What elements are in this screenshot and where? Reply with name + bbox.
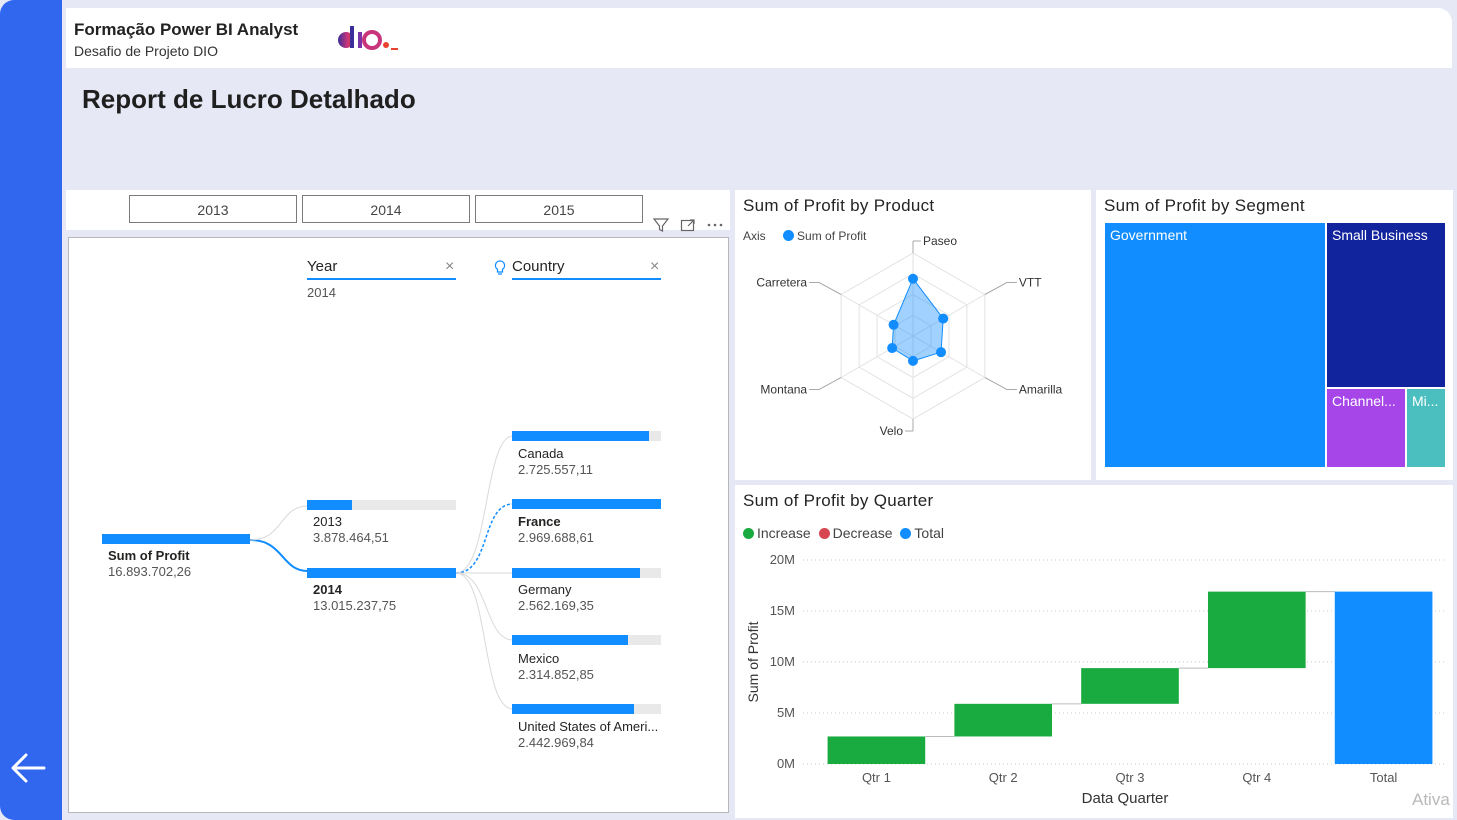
radar-point-vtt <box>938 313 949 324</box>
visual-toolbar <box>650 216 730 234</box>
slicer-year-2015[interactable]: 2015 <box>475 195 643 223</box>
brand-subtitle: Desafio de Projeto DIO <box>74 43 218 59</box>
waterfall-chart: 0M 5M 10M 15M 20M Qtr 1 Qtr 2 Qtr 3 Qtr 4 Total Da… <box>745 552 1447 807</box>
node-value-united-states: 2.442.969,84 <box>518 735 594 750</box>
level-underline-year <box>307 278 456 280</box>
treemap-midmarket[interactable]: Mi... <box>1406 388 1446 468</box>
radar-axis-label-vtt: VTT <box>1019 276 1042 290</box>
x-tick-label: Qtr 2 <box>989 770 1018 785</box>
treemap-channel[interactable]: Channel... <box>1326 388 1406 468</box>
node-bar-2013[interactable] <box>307 500 456 510</box>
node-value-2014: 13.015.237,75 <box>313 598 397 613</box>
radar-point-paseo <box>908 273 918 284</box>
level-underline-country <box>512 278 661 280</box>
dio-logo <box>336 24 406 58</box>
radar-axis-label-velo: Velo <box>880 424 904 438</box>
segment-visual: Sum of Profit by Segment Government Smal… <box>1096 190 1453 480</box>
radar-leader <box>809 282 842 295</box>
node-value-germany: 2.562.169,35 <box>518 598 594 613</box>
node-bar-united-states[interactable] <box>512 704 661 714</box>
y-tick-label: 10M <box>770 654 795 669</box>
filter-icon[interactable] <box>652 216 670 234</box>
x-axis-label: Data Quarter <box>1082 790 1169 807</box>
level-header-year: Year <box>307 258 338 275</box>
node-value-canada: 2.725.557,11 <box>518 462 593 477</box>
node-label-germany: Germany <box>518 582 572 597</box>
page-title: Report de Lucro Detalhado <box>82 84 416 114</box>
back-arrow-icon[interactable] <box>8 748 48 788</box>
quarter-visual: Sum of Profit by Quarter Increase Decrea… <box>735 485 1453 818</box>
radar-point-velo <box>908 355 918 366</box>
waterfall-bar-qtr-3 <box>1081 668 1179 704</box>
node-bar-france[interactable] <box>512 499 661 509</box>
decomposition-tree: Year × 2014 Country × Sum of Profit 16.8… <box>68 237 729 813</box>
year-slicer: 2013 2014 2015 <box>66 190 730 230</box>
radar-point-amarilla <box>936 347 947 358</box>
y-tick-label: 20M <box>770 552 795 567</box>
slicer-year-2014[interactable]: 2014 <box>302 195 470 223</box>
node-value-2013: 3.878.464,51 <box>313 530 389 545</box>
radar-point-montana <box>887 343 898 354</box>
level-filter-year: 2014 <box>307 285 336 300</box>
root-label: Sum of Profit <box>108 548 190 563</box>
lightbulb-icon <box>494 260 506 281</box>
node-bar-2014[interactable] <box>307 568 456 578</box>
radar-axis-label-paseo: Paseo <box>923 234 957 248</box>
waterfall-bar-qtr-4 <box>1207 591 1306 669</box>
node-bar-canada[interactable] <box>512 431 661 441</box>
x-tick-label: Qtr 1 <box>862 770 891 785</box>
treemap-small-business[interactable]: Small Business <box>1326 222 1446 388</box>
node-label-united-states: United States of Ameri... <box>518 719 659 734</box>
node-value-mexico: 2.314.852,85 <box>518 667 594 682</box>
remove-level-year-icon[interactable]: × <box>445 258 454 276</box>
root-value: 16.893.702,26 <box>108 564 192 579</box>
x-tick-label: Qtr 3 <box>1116 770 1145 785</box>
radar-visual: Sum of Profit by Product Axis Sum of Pro… <box>735 190 1091 480</box>
radar-axis-label-amarilla: Amarilla <box>1019 383 1063 397</box>
brand-title: Formação Power BI Analyst <box>74 20 299 39</box>
root-bar[interactable] <box>102 534 250 544</box>
node-label-2014: 2014 <box>313 582 342 597</box>
treemap-government[interactable]: Government <box>1104 222 1326 468</box>
report-header: Formação Power BI Analyst Desafio de Pro… <box>66 8 1452 68</box>
y-tick-label: 5M <box>777 705 795 720</box>
activation-watermark: Ativa <box>1412 790 1450 809</box>
node-label-canada: Canada <box>518 446 564 461</box>
y-axis-label: Sum of Profit <box>745 621 761 702</box>
node-bar-mexico[interactable] <box>512 635 661 645</box>
waterfall-bar-qtr-1 <box>827 736 926 764</box>
x-tick-label: Total <box>1370 770 1398 785</box>
waterfall-bar-qtr-2 <box>954 703 1053 737</box>
nav-sidebar <box>0 0 62 820</box>
node-label-mexico: Mexico <box>518 651 560 666</box>
radar-leader <box>809 377 842 390</box>
waterfall-bar-total <box>1334 591 1433 764</box>
segment-title: Sum of Profit by Segment <box>1104 196 1305 215</box>
radar-axis-label-montana: Montana <box>760 383 807 397</box>
radar-leader <box>984 282 1017 295</box>
node-bar-germany[interactable] <box>512 568 661 578</box>
focus-mode-icon[interactable] <box>679 216 697 234</box>
radar-leader <box>984 377 1017 390</box>
radar-point-carretera <box>888 319 899 330</box>
radar-chart: Paseo VTT Amarilla Velo Montana Carretera <box>756 234 1063 438</box>
radar-area <box>891 277 944 362</box>
node-value-france: 2.969.688,61 <box>518 530 594 545</box>
x-tick-label: Qtr 4 <box>1242 770 1271 785</box>
y-tick-label: 0M <box>777 756 795 771</box>
node-label-2013: 2013 <box>313 514 342 529</box>
radar-axis-label-carretera: Carretera <box>756 276 807 290</box>
remove-level-country-icon[interactable]: × <box>650 258 659 276</box>
y-tick-label: 15M <box>770 603 795 618</box>
slicer-year-2013[interactable]: 2013 <box>129 195 297 223</box>
more-options-icon[interactable] <box>706 216 724 234</box>
node-label-france: France <box>518 514 561 529</box>
level-header-country: Country <box>512 258 565 275</box>
